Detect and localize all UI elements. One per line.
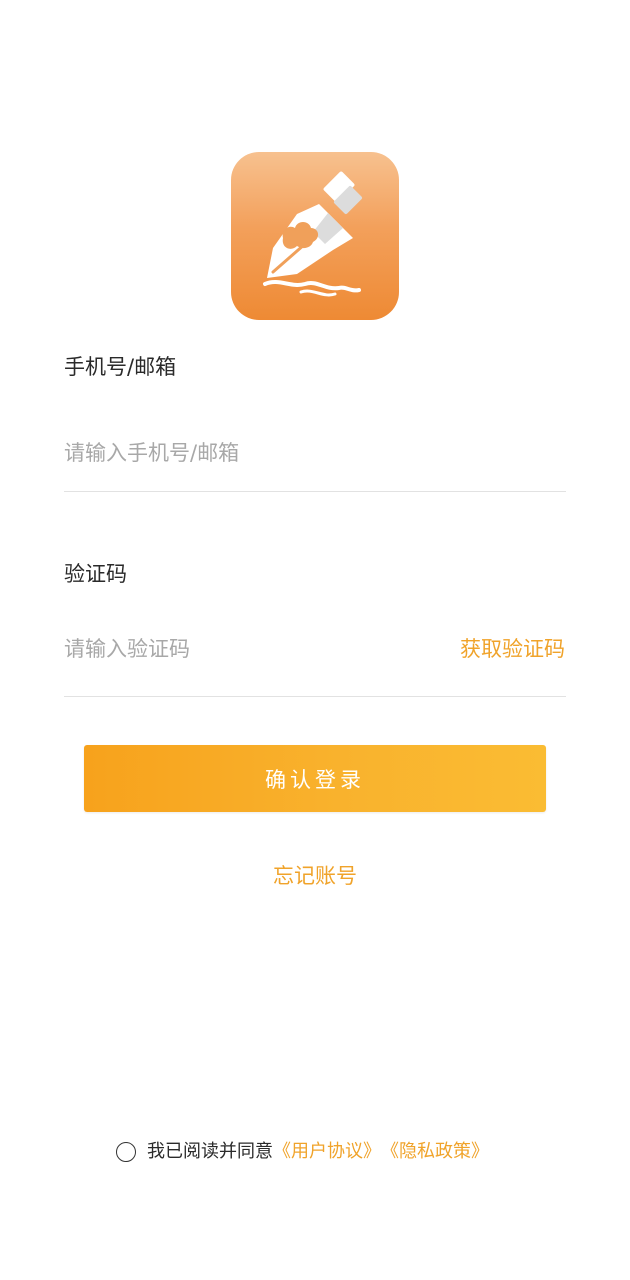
account-label: 手机号/邮箱 (64, 355, 177, 379)
app-logo (231, 152, 399, 320)
get-verification-code-button[interactable]: 获取验证码 (460, 635, 565, 663)
agree-checkbox[interactable] (116, 1142, 136, 1162)
account-divider (64, 491, 566, 492)
confirm-login-button[interactable]: 确认登录 (84, 745, 546, 812)
forgot-account-link[interactable]: 忘记账号 (0, 862, 630, 890)
verification-code-label: 验证码 (64, 562, 127, 586)
agreement-text: 我已阅读并同意 (147, 1141, 273, 1162)
verification-code-divider (64, 696, 566, 697)
user-agreement-link[interactable]: 《用户协议》 (273, 1138, 381, 1166)
account-input[interactable] (64, 436, 564, 470)
fountain-pen-nib-icon (263, 171, 363, 297)
privacy-policy-link[interactable]: 《隐私政策》 (381, 1138, 489, 1166)
agreement-row: 我已阅读并同意 《用户协议》 《隐私政策》 (116, 1138, 489, 1166)
verification-code-input[interactable] (64, 632, 424, 666)
login-page: 手机号/邮箱 验证码 获取验证码 确认登录 忘记账号 我已阅读并同意 《用户协议… (0, 0, 630, 1280)
